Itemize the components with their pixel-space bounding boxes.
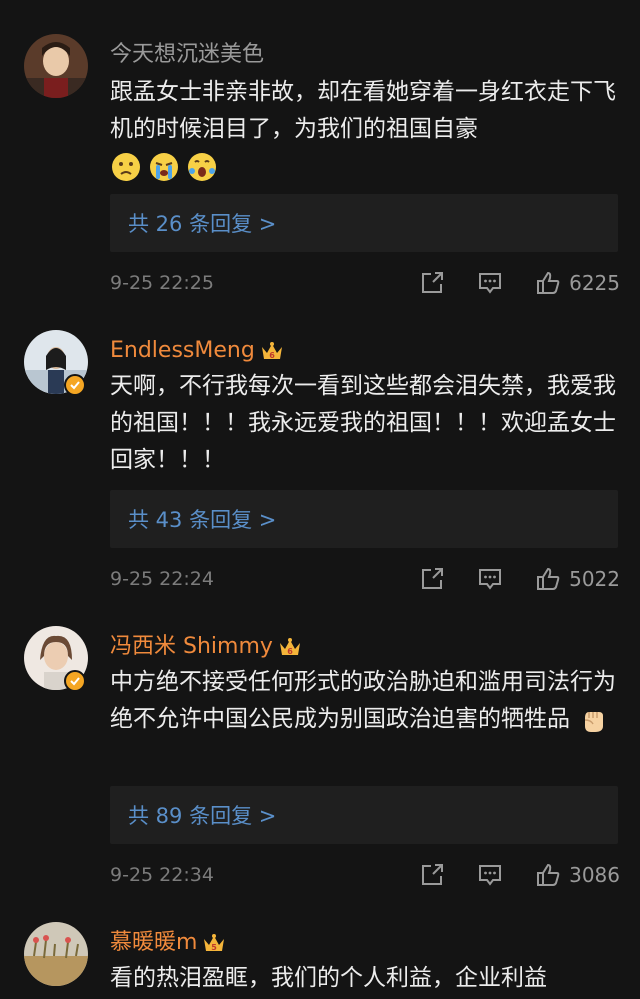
comment-text: 天啊，不行我每次一看到这些都会泪失禁，我爱我的祖国！！！我永远爱我的祖国！！！欢…: [110, 368, 620, 479]
sad-face-icon: [112, 152, 140, 181]
surprised-tears-face-icon: [188, 152, 216, 181]
username-row: EndlessMeng 6: [110, 336, 285, 366]
reply-count-label: 共 43 条回复 >: [128, 508, 277, 532]
timestamp: 9-25 22:24: [110, 568, 214, 590]
username[interactable]: 冯西米 Shimmy: [110, 632, 273, 662]
emoji-row: [110, 151, 218, 183]
comment-text: 中方绝不接受任何形式的政治胁迫和滥用司法行为 绝不允许中国公民成为别国政治迫害的…: [110, 664, 620, 738]
comment-text: 跟孟女士非亲非故，却在看她穿着一身红衣走下飞机的时候泪目了，为我们的祖国自豪: [110, 74, 620, 185]
share-icon: [422, 272, 444, 293]
comment-body: 天啊，不行我每次一看到这些都会泪失禁，我爱我的祖国！！！我永远爱我的祖国！！！欢…: [110, 373, 616, 473]
svg-text:6: 6: [287, 647, 293, 656]
comment-footer: 9-25 22:24 5022: [110, 564, 620, 594]
verified-badge: [64, 374, 86, 396]
username-row: 冯西米 Shimmy 6: [110, 632, 303, 662]
comment-button[interactable]: [477, 862, 503, 888]
timestamp: 9-25 22:25: [110, 272, 214, 294]
comment-icon: [479, 273, 502, 294]
thumbs-up-icon: [537, 271, 560, 294]
comment-text: 看的热泪盈眶，我们的个人利益，企业利益: [110, 960, 620, 997]
crying-face-icon: [150, 152, 178, 181]
view-replies-button[interactable]: 共 43 条回复 >: [110, 490, 618, 548]
svg-text:5: 5: [212, 943, 218, 952]
username-row: 今天想沉迷美色: [110, 40, 264, 70]
comment-footer: 9-25 22:25 6225: [110, 268, 620, 298]
view-replies-button[interactable]: 共 26 条回复 >: [110, 194, 618, 252]
comment-body: 中方绝不接受任何形式的政治胁迫和滥用司法行为 绝不允许中国公民成为别国政治迫害的…: [110, 669, 616, 732]
username-row: 慕暖暖m 5: [110, 928, 227, 958]
raised-fist-icon: [585, 711, 604, 732]
like-count: 6225: [569, 271, 620, 295]
like-button[interactable]: 5022: [535, 566, 620, 592]
checkmark-icon: [70, 677, 80, 686]
like-count: 5022: [569, 567, 620, 591]
comment-icon: [479, 865, 502, 886]
like-count: 3086: [569, 863, 620, 887]
share-icon: [422, 568, 444, 589]
reply-count-label: 共 89 条回复 >: [128, 804, 277, 828]
like-button[interactable]: 3086: [535, 862, 620, 888]
reply-count-label: 共 26 条回复 >: [128, 212, 277, 236]
svg-text:6: 6: [269, 351, 275, 360]
comment-footer: 9-25 22:34 3086: [110, 860, 620, 890]
comment-feed: 今天想沉迷美色 跟孟女士非亲非故，却在看她穿着一身红衣走下飞机的时候泪目了，为我…: [0, 0, 640, 999]
like-button[interactable]: 6225: [535, 270, 620, 296]
comment-icon: [479, 569, 502, 590]
username[interactable]: EndlessMeng: [110, 336, 255, 366]
thumbs-up-icon: [537, 863, 560, 886]
comment-body: 看的热泪盈眶，我们的个人利益，企业利益: [110, 965, 547, 991]
checkmark-icon: [70, 381, 80, 390]
share-button[interactable]: [419, 270, 445, 296]
share-button[interactable]: [419, 566, 445, 592]
thumbs-up-icon: [537, 567, 560, 590]
emoji-row: [577, 704, 609, 736]
comment-button[interactable]: [477, 270, 503, 296]
avatar[interactable]: [24, 922, 88, 986]
comment-button[interactable]: [477, 566, 503, 592]
vip-crown-icon: 6: [279, 638, 300, 656]
vip-crown-icon: 5: [204, 934, 225, 952]
comment-body: 跟孟女士非亲非故，却在看她穿着一身红衣走下飞机的时候泪目了，为我们的祖国自豪: [110, 79, 616, 142]
username[interactable]: 今天想沉迷美色: [110, 40, 264, 70]
vip-crown-icon: 6: [261, 342, 282, 360]
avatar[interactable]: [24, 34, 88, 98]
timestamp: 9-25 22:34: [110, 864, 214, 886]
username[interactable]: 慕暖暖m: [110, 928, 197, 958]
share-button[interactable]: [419, 862, 445, 888]
share-icon: [422, 864, 444, 885]
view-replies-button[interactable]: 共 89 条回复 >: [110, 786, 618, 844]
verified-badge: [64, 670, 86, 692]
